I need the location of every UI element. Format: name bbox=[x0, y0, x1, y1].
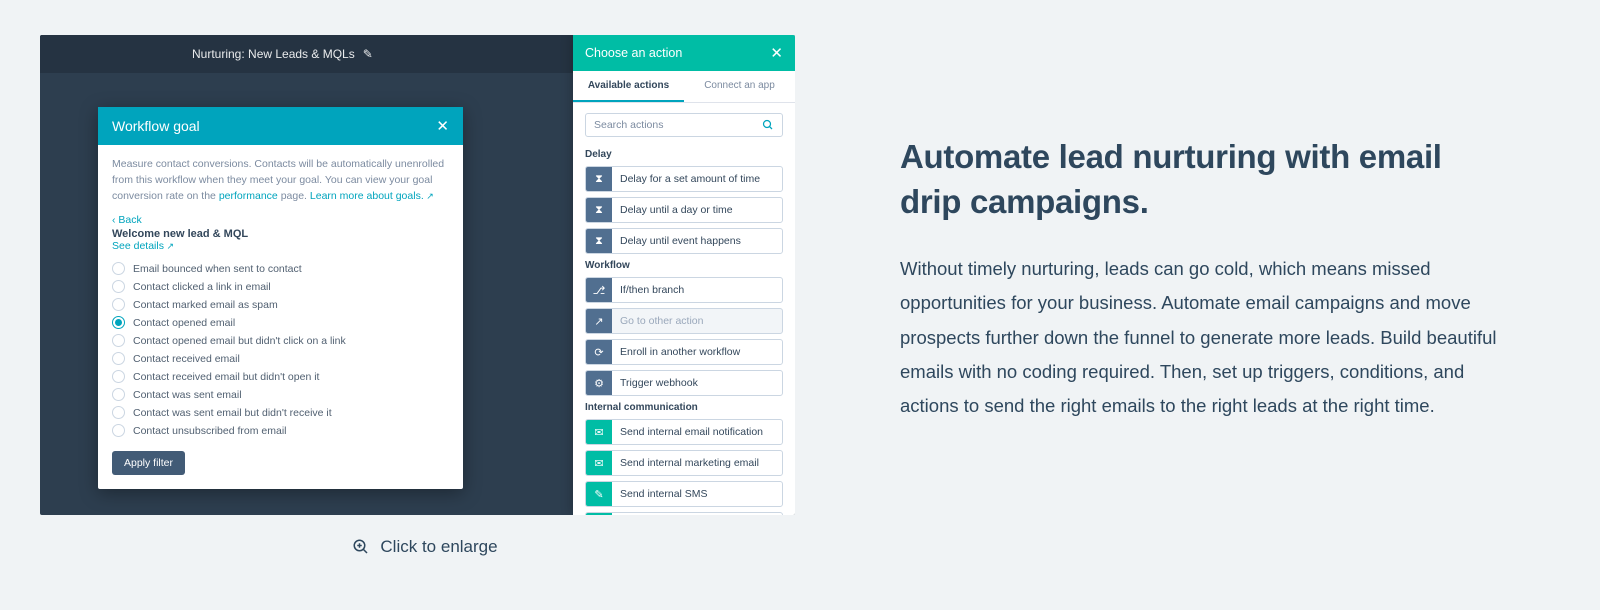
radio-icon bbox=[112, 316, 125, 329]
goal-option[interactable]: Email bounced when sent to contact bbox=[112, 262, 449, 275]
section-label: Delay bbox=[585, 149, 783, 160]
workflow-goal-modal: Workflow goal ✕ Measure contact conversi… bbox=[98, 107, 463, 489]
action-item-label: Enroll in another workflow bbox=[612, 346, 740, 358]
action-item-label: Send internal email notification bbox=[612, 426, 763, 438]
click-to-enlarge[interactable]: Click to enlarge bbox=[40, 537, 810, 557]
goal-option-label: Contact received email but didn't open i… bbox=[133, 371, 319, 383]
action-sections: Delay⧗Delay for a set amount of time⧗Del… bbox=[573, 143, 795, 515]
goal-option-label: Contact was sent email but didn't receiv… bbox=[133, 407, 332, 419]
back-link[interactable]: ‹ Back bbox=[112, 214, 449, 226]
radio-icon bbox=[112, 370, 125, 383]
radio-icon bbox=[112, 280, 125, 293]
modal-title: Workflow goal bbox=[112, 118, 200, 134]
performance-link[interactable]: performance bbox=[219, 190, 278, 202]
goal-name: Welcome new lead & MQL bbox=[112, 228, 449, 240]
radio-icon bbox=[112, 262, 125, 275]
goal-option[interactable]: Contact received email bbox=[112, 352, 449, 365]
hero-paragraph: Without timely nurturing, leads can go c… bbox=[900, 252, 1510, 423]
goal-option[interactable]: Contact unsubscribed from email bbox=[112, 424, 449, 437]
goal-option-label: Contact opened email but didn't click on… bbox=[133, 335, 346, 347]
action-item[interactable]: ⎇If/then branch bbox=[585, 277, 783, 303]
workflow-title: Nurturing: New Leads & MQLs bbox=[192, 47, 355, 61]
goal-option-label: Contact opened email bbox=[133, 317, 235, 329]
goal-option[interactable]: Contact was sent email bbox=[112, 388, 449, 401]
action-item-icon: ✉ bbox=[586, 451, 612, 475]
action-item[interactable]: ✎Send internal SMS bbox=[585, 481, 783, 507]
radio-icon bbox=[112, 388, 125, 401]
radio-icon bbox=[112, 352, 125, 365]
goal-option-label: Contact received email bbox=[133, 353, 240, 365]
caption-text: Click to enlarge bbox=[380, 537, 497, 557]
goal-option-label: Contact clicked a link in email bbox=[133, 281, 271, 293]
goal-option[interactable]: Contact opened email bbox=[112, 316, 449, 329]
search-placeholder: Search actions bbox=[594, 119, 663, 131]
action-item[interactable]: ✉Send internal email notification bbox=[585, 419, 783, 445]
radio-icon bbox=[112, 406, 125, 419]
action-item[interactable]: ⧗Delay for a set amount of time bbox=[585, 166, 783, 192]
action-item-icon: 🔔 bbox=[586, 513, 612, 515]
goal-option[interactable]: Contact opened email but didn't click on… bbox=[112, 334, 449, 347]
action-item[interactable]: ⧗Delay until event happens bbox=[585, 228, 783, 254]
action-item[interactable]: ✉Send internal marketing email bbox=[585, 450, 783, 476]
action-item-icon: ⚙ bbox=[586, 371, 612, 395]
goal-option[interactable]: Contact marked email as spam bbox=[112, 298, 449, 311]
action-item-label: Go to other action bbox=[612, 315, 703, 327]
hero-text-column: Automate lead nurturing with email drip … bbox=[810, 35, 1560, 423]
search-icon bbox=[762, 119, 774, 131]
goal-option[interactable]: Contact clicked a link in email bbox=[112, 280, 449, 293]
panel-title: Choose an action bbox=[585, 46, 682, 60]
action-item-label: Delay until event happens bbox=[612, 235, 741, 247]
learn-goals-link[interactable]: Learn more about goals. bbox=[310, 190, 434, 202]
action-item[interactable]: 🔔Send in-app notification bbox=[585, 512, 783, 515]
goal-option-label: Email bounced when sent to contact bbox=[133, 263, 302, 275]
action-item-label: Send internal SMS bbox=[612, 488, 708, 500]
action-item-label: Trigger webhook bbox=[612, 377, 698, 389]
close-icon[interactable]: ✕ bbox=[436, 117, 449, 135]
choose-action-panel: Choose an action ✕ Available actionsConn… bbox=[573, 35, 795, 515]
modal-header: Workflow goal ✕ bbox=[98, 107, 463, 145]
close-icon[interactable]: ✕ bbox=[770, 44, 783, 62]
action-item-icon: ⧗ bbox=[586, 198, 612, 222]
action-item[interactable]: ⟳Enroll in another workflow bbox=[585, 339, 783, 365]
radio-icon bbox=[112, 298, 125, 311]
radio-icon bbox=[112, 334, 125, 347]
apply-filter-button[interactable]: Apply filter bbox=[112, 451, 185, 475]
goal-option[interactable]: Contact received email but didn't open i… bbox=[112, 370, 449, 383]
magnify-icon bbox=[352, 538, 370, 556]
hero-title: Automate lead nurturing with email drip … bbox=[900, 135, 1510, 224]
action-item-icon: ↗ bbox=[586, 309, 612, 333]
search-input[interactable]: Search actions bbox=[585, 113, 783, 137]
action-item[interactable]: ⧗Delay until a day or time bbox=[585, 197, 783, 223]
action-item-icon: ✎ bbox=[586, 482, 612, 506]
modal-description: Measure contact conversions. Contacts wi… bbox=[112, 157, 449, 204]
action-item[interactable]: ⚙Trigger webhook bbox=[585, 370, 783, 396]
action-item-icon: ⧗ bbox=[586, 229, 612, 253]
action-item: ↗Go to other action bbox=[585, 308, 783, 334]
action-item-icon: ✉ bbox=[586, 420, 612, 444]
action-item-icon: ⟳ bbox=[586, 340, 612, 364]
tab-connect-app[interactable]: Connect an app bbox=[684, 71, 795, 102]
radio-icon bbox=[112, 424, 125, 437]
section-label: Workflow bbox=[585, 260, 783, 271]
panel-tabs: Available actionsConnect an app bbox=[573, 71, 795, 103]
panel-header: Choose an action ✕ bbox=[573, 35, 795, 71]
app-screenshot[interactable]: Nurturing: New Leads & MQLs ✎ ⧗ Delay fo… bbox=[40, 35, 795, 515]
tab-available-actions[interactable]: Available actions bbox=[573, 71, 684, 102]
action-item-icon: ⧗ bbox=[586, 167, 612, 191]
goal-radio-list: Email bounced when sent to contact Contac… bbox=[112, 262, 449, 437]
section-label: Internal communication bbox=[585, 402, 783, 413]
action-item-label: Send internal marketing email bbox=[612, 457, 759, 469]
goal-option-label: Contact was sent email bbox=[133, 389, 242, 401]
goal-option-label: Contact marked email as spam bbox=[133, 299, 278, 311]
action-item-label: Delay until a day or time bbox=[612, 204, 733, 216]
action-item-label: Delay for a set amount of time bbox=[612, 173, 760, 185]
action-item-icon: ⎇ bbox=[586, 278, 612, 302]
goal-option[interactable]: Contact was sent email but didn't receiv… bbox=[112, 406, 449, 419]
pencil-icon[interactable]: ✎ bbox=[363, 47, 373, 61]
goal-option-label: Contact unsubscribed from email bbox=[133, 425, 287, 437]
see-details-link[interactable]: See details bbox=[112, 240, 174, 252]
action-item-label: If/then branch bbox=[612, 284, 684, 296]
